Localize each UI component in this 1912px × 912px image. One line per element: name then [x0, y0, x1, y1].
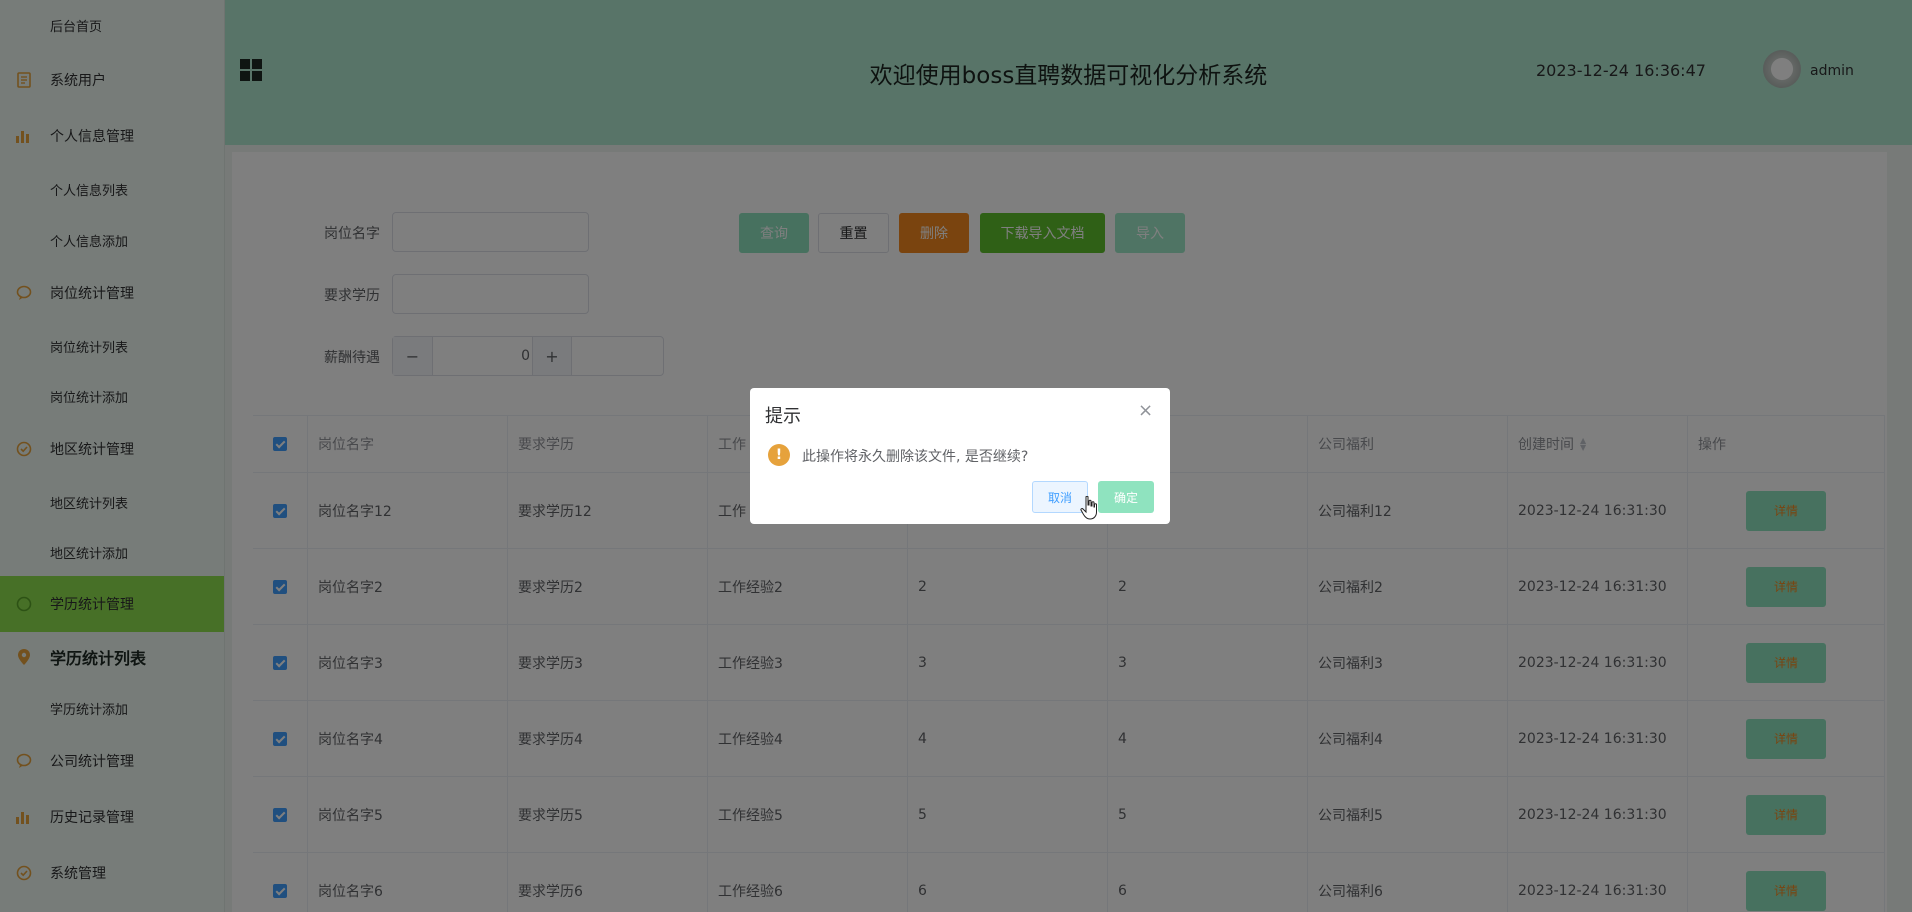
confirm-dialog: 提示 × ! 此操作将永久删除该文件, 是否继续? 取消 确定: [750, 388, 1170, 524]
dialog-message: 此操作将永久删除该文件, 是否继续?: [802, 449, 1029, 465]
dialog-title: 提示: [765, 406, 801, 427]
pointer-cursor-icon: [1080, 495, 1098, 520]
warning-icon: !: [768, 444, 790, 466]
confirm-button[interactable]: 确定: [1098, 481, 1154, 513]
close-icon[interactable]: ×: [1138, 400, 1153, 421]
